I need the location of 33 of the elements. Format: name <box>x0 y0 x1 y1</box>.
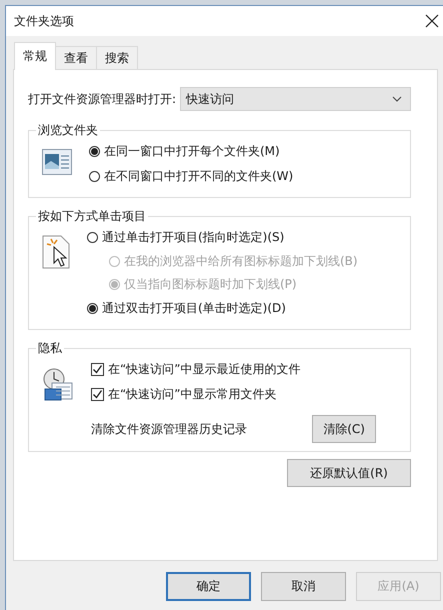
dropdown[interactable]: 快速访问 <box>180 87 411 111</box>
window-title: 文件夹选项 <box>14 12 74 30</box>
radio-button[interactable] <box>87 303 98 314</box>
dialog-button[interactable]: 取消 <box>261 572 346 601</box>
pointer-page-icon <box>42 235 70 269</box>
radio-button[interactable] <box>87 232 98 243</box>
group-title: 按如下方式单击项目 <box>37 208 147 225</box>
close-icon[interactable] <box>425 14 439 28</box>
dialog-button: 应用(A) <box>356 572 441 601</box>
dialog-button[interactable]: 确定 <box>166 572 251 601</box>
checkbox[interactable] <box>91 363 104 376</box>
tab[interactable]: 常规 <box>14 42 56 70</box>
group-title: 隐私 <box>37 340 63 357</box>
window-layout-icon <box>42 149 72 175</box>
option-label: 在“快速访问”中显示最近使用的文件 <box>108 361 300 378</box>
option-label: 在我的浏览器中给所有图标标题加下划线(B) <box>124 253 358 270</box>
option-label: 在“快速访问”中显示常用文件夹 <box>108 386 276 403</box>
field-label: 打开文件资源管理器时打开: <box>28 90 176 108</box>
option-label: 在不同窗口中打开不同的文件夹(W) <box>104 168 294 185</box>
option-label: 通过双击打开项目(单击时选定)(D) <box>102 300 286 317</box>
option-label: 仅当指向图标标题时加下划线(P) <box>124 276 297 293</box>
radio-button[interactable] <box>89 146 100 157</box>
clock-computer-icon <box>42 367 74 401</box>
group-title: 浏览文件夹 <box>37 122 99 139</box>
restore-defaults-button[interactable]: 还原默认值(R) <box>287 459 411 487</box>
option-label: 在同一窗口中打开每个文件夹(M) <box>104 143 280 160</box>
radio-button[interactable] <box>89 171 100 182</box>
tab[interactable]: 搜索 <box>96 46 138 70</box>
checkbox[interactable] <box>91 388 104 401</box>
option-label: 通过单击打开项目(指向时选定)(S) <box>102 229 284 246</box>
history-label: 清除文件资源管理器历史记录 <box>91 420 247 438</box>
caret-icon <box>392 96 402 102</box>
clear-button[interactable]: 清除(C) <box>312 415 376 443</box>
